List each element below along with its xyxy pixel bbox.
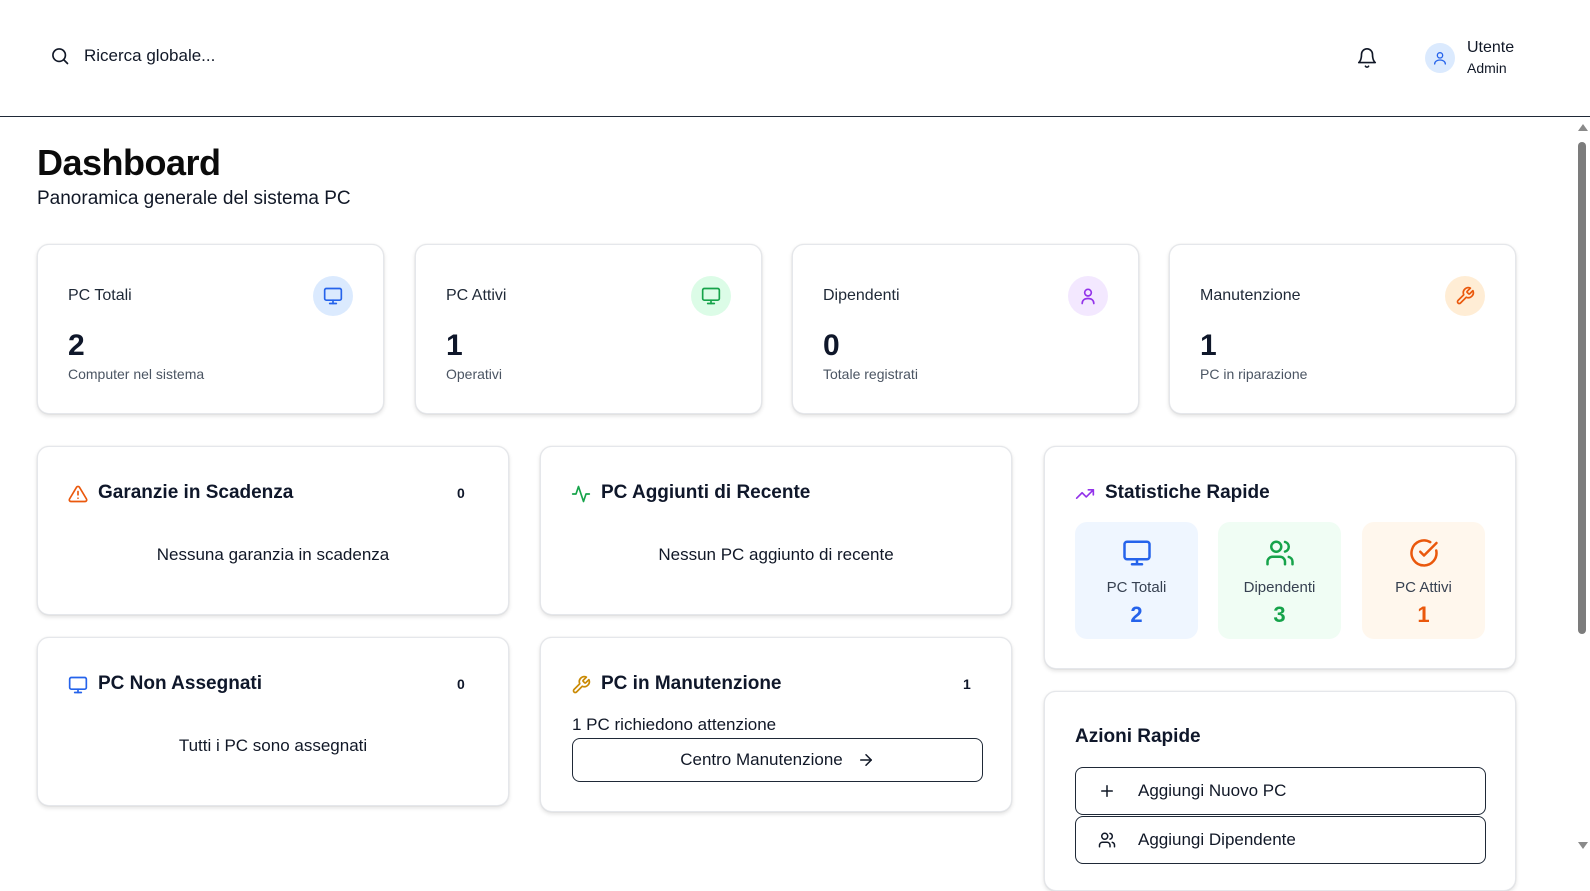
stat-value: 0 (823, 329, 840, 362)
stat-label: Manutenzione (1200, 287, 1301, 304)
scroll-up-arrow[interactable] (1578, 124, 1588, 131)
quick-stat-value: 3 (1273, 602, 1286, 627)
panel-title: PC in Manutenzione (601, 673, 782, 694)
panel-title: Statistiche Rapide (1105, 482, 1270, 503)
quick-stat-label: PC Attivi (1395, 579, 1452, 596)
quick-stat-label: Dipendenti (1243, 579, 1316, 596)
empty-state: Tutti i PC sono assegnati (178, 736, 368, 755)
panel-count: 0 (457, 485, 465, 501)
unassigned-pc-panel: PC Non Assegnati 0 Tutti i PC sono asseg… (37, 637, 509, 806)
stat-description: Totale registrati (823, 366, 918, 382)
quick-actions-panel: Azioni Rapide Aggiungi Nuovo PC Aggiungi… (1044, 691, 1516, 891)
page-title: Dashboard (37, 142, 221, 183)
warning-icon (68, 485, 88, 503)
top-bar: Utente Admin (0, 0, 1590, 117)
bell-icon[interactable] (1356, 47, 1378, 69)
quick-stat-pc-totali: PC Totali 2 (1075, 522, 1198, 639)
maintenance-center-button[interactable]: Centro Manutenzione (572, 738, 983, 782)
quick-stat-value: 2 (1130, 602, 1143, 627)
button-label: Aggiungi Dipendente (1138, 830, 1296, 849)
quick-stat-pc-attivi: PC Attivi 1 (1362, 522, 1485, 639)
monitor-icon (1122, 540, 1151, 566)
search-input[interactable] (84, 46, 344, 66)
stat-icon-badge (691, 276, 731, 316)
recent-pc-panel: PC Aggiunti di Recente Nessun PC aggiunt… (540, 446, 1012, 615)
user-role: Admin (1467, 60, 1507, 76)
add-employee-button[interactable]: Aggiungi Dipendente (1075, 816, 1486, 864)
user-icon (1434, 52, 1446, 65)
stat-description: Computer nel sistema (68, 366, 205, 382)
arrow-right-icon (859, 754, 872, 766)
maintenance-message: 1 PC richiedono attenzione (572, 715, 777, 734)
users-icon (1098, 832, 1116, 848)
page-subtitle: Panoramica generale del sistema PC (37, 188, 351, 209)
maintenance-panel: PC in Manutenzione 1 1 PC richiedono att… (540, 637, 1012, 812)
stat-value: 2 (68, 329, 85, 362)
stat-icon-badge (1445, 276, 1485, 316)
stat-label: Dipendenti (823, 287, 900, 304)
user-name: Utente (1467, 39, 1515, 56)
stat-card-dipendenti: Dipendenti 0 Totale registrati (792, 244, 1139, 414)
stat-label: PC Attivi (446, 287, 507, 304)
empty-state: Nessuna garanzia in scadenza (156, 545, 390, 564)
panel-title: PC Aggiunti di Recente (601, 482, 811, 503)
button-label: Centro Manutenzione (680, 750, 843, 769)
wrench-icon (572, 675, 591, 694)
panel-title: PC Non Assegnati (98, 673, 262, 694)
trending-up-icon (1075, 489, 1095, 499)
avatar (1425, 43, 1455, 73)
monitor-icon (68, 676, 88, 694)
scroll-down-arrow[interactable] (1578, 842, 1588, 849)
search-icon (52, 48, 69, 65)
add-pc-button[interactable]: Aggiungi Nuovo PC (1075, 767, 1486, 815)
user-menu[interactable]: Utente Admin (1425, 38, 1514, 78)
stat-icon-badge (313, 276, 353, 316)
stat-card-pc-attivi: PC Attivi 1 Operativi (415, 244, 762, 414)
panel-title: Azioni Rapide (1075, 726, 1201, 747)
stat-icon-badge (1068, 276, 1108, 316)
quick-stat-label: PC Totali (1106, 579, 1167, 596)
check-circle-icon (1409, 539, 1438, 567)
quick-stat-value: 1 (1417, 602, 1430, 627)
stat-label: PC Totali (68, 287, 132, 304)
stat-description: Operativi (446, 366, 503, 382)
panel-count: 0 (457, 676, 465, 692)
warranties-panel: Garanzie in Scadenza 0 Nessuna garanzia … (37, 446, 509, 615)
global-search[interactable] (50, 46, 344, 66)
wrench-icon (1456, 286, 1475, 305)
stat-card-pc-totali: PC Totali 2 Computer nel sistema (37, 244, 384, 414)
scrollbar[interactable] (1568, 118, 1590, 867)
panel-count: 1 (963, 676, 971, 692)
scroll-thumb[interactable] (1578, 142, 1586, 634)
quick-stats-panel: Statistiche Rapide PC Totali 2 Dipendent… (1044, 446, 1516, 669)
stat-value: 1 (1200, 329, 1217, 362)
monitor-icon (701, 287, 721, 305)
panel-title: Garanzie in Scadenza (98, 482, 294, 503)
quick-stat-dipendenti: Dipendenti 3 (1218, 522, 1341, 639)
users-icon (1265, 540, 1294, 566)
stat-description: PC in riparazione (1200, 366, 1308, 382)
activity-icon (571, 485, 591, 503)
plus-icon (1101, 785, 1113, 797)
user-icon (1081, 288, 1095, 305)
stat-value: 1 (446, 329, 463, 362)
button-label: Aggiungi Nuovo PC (1138, 781, 1287, 800)
stat-card-manutenzione: Manutenzione 1 PC in riparazione (1169, 244, 1516, 414)
monitor-icon (323, 287, 343, 305)
empty-state: Nessun PC aggiunto di recente (658, 545, 894, 564)
